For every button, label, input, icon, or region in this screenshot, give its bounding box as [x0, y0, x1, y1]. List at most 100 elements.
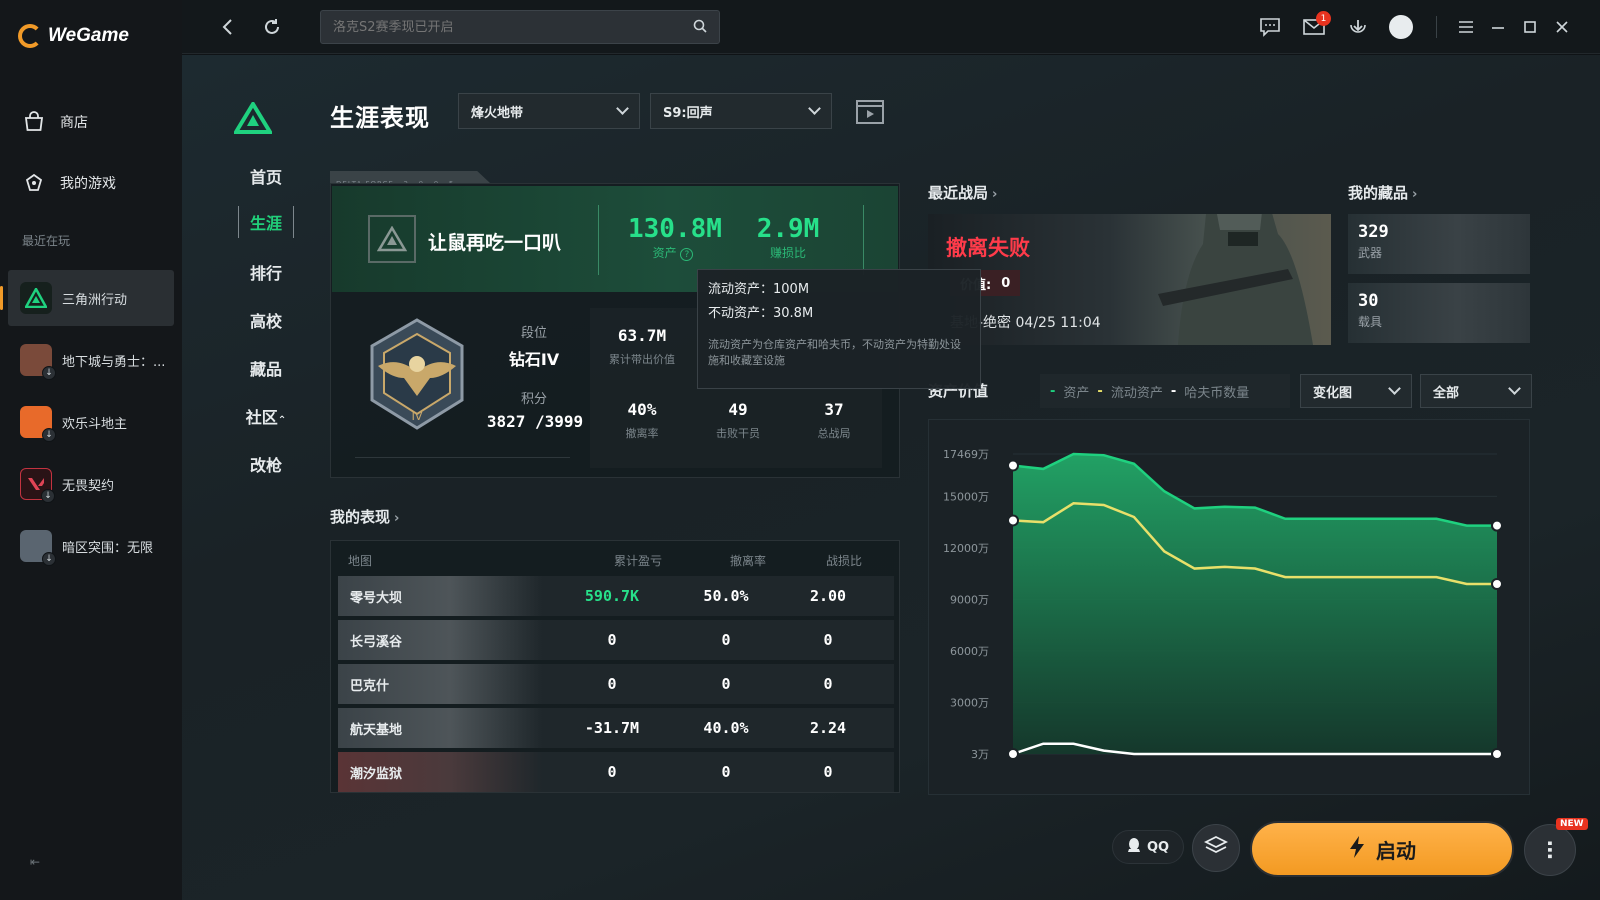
maximize-icon[interactable] [1516, 13, 1544, 41]
video-play-icon[interactable] [856, 100, 884, 128]
chart-view-dropdown[interactable]: 变化图 [1300, 374, 1412, 408]
stat-extracted-value: 63.7M 累计带出价值 [609, 326, 675, 366]
svg-text:IV: IV [412, 410, 423, 423]
collapse-sidebar-icon[interactable]: ⇤ [30, 855, 46, 869]
table-row[interactable]: 长弓溪谷 0 0 0 [338, 620, 894, 660]
battle-result: 撤离失败 [946, 236, 1030, 260]
collection-title[interactable]: 我的藏品 › [1348, 182, 1417, 203]
table-row[interactable]: 潮汐监狱 0 0 0 [338, 752, 894, 792]
map-name: 巴克什 [338, 664, 542, 704]
rate-cell: 50.0% [703, 587, 749, 605]
performance-title[interactable]: 我的表现 › [330, 506, 399, 527]
score-value: 3827 /3999 [486, 412, 584, 431]
series-point [1491, 519, 1503, 532]
col-header-profit: 累计盈亏 [613, 554, 662, 568]
game-nav-collection[interactable]: 藏品 [238, 356, 294, 380]
search-input[interactable] [333, 19, 673, 35]
delta-force-logo-icon [232, 100, 274, 138]
y-tick-label: 17469万 [943, 448, 989, 461]
dnf-game-icon: ↓ [20, 344, 56, 380]
download-manager-icon[interactable] [1344, 13, 1372, 41]
help-icon[interactable]: ? [680, 248, 694, 261]
menu-icon[interactable] [1452, 13, 1480, 41]
game-nav-home[interactable]: 首页 [238, 164, 294, 188]
profit-cell: 0 [607, 763, 617, 781]
series-point [1007, 514, 1019, 527]
y-tick-label: 9000万 [950, 593, 989, 606]
more-vertical-icon: ⋯ [1538, 840, 1562, 860]
ratio-stat: 2.9M 赚损比 [756, 214, 820, 260]
layers-icon [1203, 835, 1229, 861]
collection-weapons[interactable]: 329 武器 [1348, 214, 1530, 274]
score-progress-bar [355, 457, 570, 458]
chevron-up-icon: ⌃ [277, 415, 287, 426]
game-nav-mod-gun[interactable]: 改枪 [238, 452, 294, 476]
landlord-game-icon: ↓ [20, 406, 56, 442]
legend-marker: - [1050, 383, 1056, 399]
game-nav-community[interactable]: 社区⌃ [238, 404, 294, 428]
topbar-divider [1436, 16, 1437, 38]
recent-battle-card[interactable]: 撤离失败 价值:0 基地-绝密 04/25 11:04 [928, 214, 1331, 345]
asset-chart-panel: 17469万 15000万 12000万 9000万 6000万 3000万 3万 [928, 419, 1530, 795]
more-options-button[interactable]: ⋯ [1524, 824, 1576, 876]
collection-vehicles[interactable]: 30 载具 [1348, 283, 1530, 343]
series-point [1007, 748, 1019, 760]
chevron-down-icon [808, 102, 821, 115]
chevron-right-icon: › [1412, 187, 1418, 202]
search-bar[interactable] [320, 10, 720, 44]
table-row[interactable]: 零号大坝 590.7K 50.0% 2.00 [338, 576, 894, 616]
wegame-logo[interactable]: WeGame [18, 24, 129, 48]
download-icon: ↓ [42, 366, 56, 380]
minimize-icon[interactable] [1484, 13, 1512, 41]
mode-dropdown[interactable]: 烽火地带 [458, 93, 640, 129]
chart-legend: - 资产 - 流动资产 - 哈夫币数量 [1040, 374, 1290, 408]
game-nav-career[interactable]: 生涯 [238, 206, 294, 238]
soldier-illustration [1158, 214, 1313, 345]
player-avatar[interactable] [368, 215, 416, 263]
asset-chart[interactable]: 17469万 15000万 12000万 9000万 6000万 3000万 3万 [929, 420, 1529, 794]
delta-force-icon [20, 282, 52, 314]
qq-login-button[interactable]: QQ [1112, 830, 1184, 864]
table-row[interactable]: 航天基地 -31.7M 40.0% 2.24 [338, 708, 894, 748]
chat-icon[interactable] [1256, 13, 1284, 41]
stat-total-matches: 37 总战局 [817, 400, 851, 440]
sidebar-item-my-games[interactable]: 我的游戏 [22, 171, 116, 195]
game-nav-rank[interactable]: 排行 [238, 260, 294, 284]
rate-cell: 0 [721, 763, 731, 781]
col-header-rate: 撤离率 [729, 554, 766, 568]
map-name: 零号大坝 [338, 576, 542, 616]
sidebar-game-arena-breakout[interactable]: ↓ 暗区突围：无限 [8, 518, 174, 574]
col-header-map: 地图 [348, 554, 373, 568]
profit-cell: 0 [607, 675, 617, 693]
refresh-icon[interactable] [258, 13, 286, 41]
kd-cell: 0 [823, 763, 833, 781]
sidebar-item-store[interactable]: 商店 [22, 110, 88, 134]
recent-battle-title[interactable]: 最近战局 › [928, 182, 997, 203]
qq-penguin-icon [1127, 837, 1141, 857]
left-sidebar: WeGame 商店 我的游戏 最近在玩 三角洲行动 ↓ 地下城与勇士：... ↓… [0, 0, 182, 900]
rank-value: 钻石IV [508, 350, 560, 369]
series-point [1007, 459, 1019, 472]
assets-tooltip: 流动资产：100M 不动资产：30.8M 流动资产为仓库资产和哈夫币，不动资产为… [697, 269, 981, 389]
sidebar-game-valorant[interactable]: ↓ 无畏契约 [8, 456, 174, 512]
legend-marker: - [1170, 383, 1177, 399]
chart-filter-dropdown[interactable]: 全部 [1420, 374, 1532, 408]
game-nav-college[interactable]: 高校 [238, 308, 294, 332]
sidebar-game-delta-force[interactable]: 三角洲行动 [0, 270, 174, 326]
table-row[interactable]: 巴克什 0 0 0 [338, 664, 894, 704]
lightning-icon [1348, 835, 1366, 864]
chevron-down-icon [616, 102, 629, 115]
mail-icon[interactable]: 1 [1300, 11, 1331, 41]
close-icon[interactable] [1548, 13, 1576, 41]
back-arrow-icon[interactable] [214, 13, 242, 41]
accelerator-button[interactable] [1192, 824, 1240, 872]
recent-label: 最近在玩 [22, 234, 71, 248]
avatar[interactable] [1389, 15, 1413, 39]
search-icon[interactable] [693, 18, 707, 37]
profit-cell: 0 [607, 631, 617, 649]
sidebar-game-landlord[interactable]: ↓ 欢乐斗地主 [8, 394, 174, 450]
season-dropdown[interactable]: S9:回声 [650, 93, 832, 129]
rate-cell: 40.0% [703, 719, 749, 737]
start-game-button[interactable]: 启动 [1250, 821, 1514, 877]
sidebar-game-dnf[interactable]: ↓ 地下城与勇士：... [8, 332, 174, 388]
